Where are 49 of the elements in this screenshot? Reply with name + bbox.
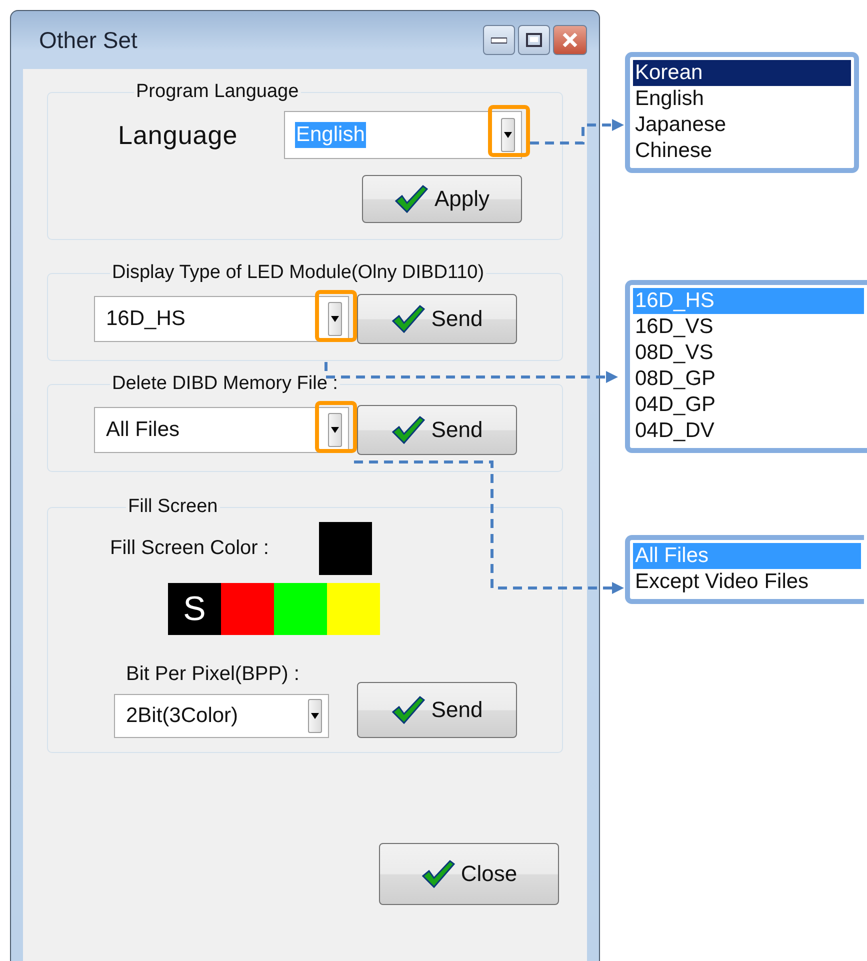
maximize-icon — [526, 33, 542, 47]
bpp-label: Bit Per Pixel(BPP) : — [126, 663, 300, 686]
caret-icon — [504, 132, 512, 138]
send-button[interactable]: Send — [357, 682, 517, 738]
list-option[interactable]: Chinese — [633, 138, 851, 164]
dropdown-field[interactable]: 16D_HS — [94, 296, 349, 342]
color-option[interactable] — [327, 583, 380, 635]
list-option[interactable]: Japanese — [633, 112, 851, 138]
caret-icon — [311, 713, 319, 719]
dropdown-field[interactable]: 2Bit(3Color) — [114, 694, 329, 738]
group-title: Display Type of LED Module(Olny DIBD110) — [111, 262, 486, 284]
send-button[interactable]: Send — [357, 405, 517, 455]
list-option[interactable]: Except Video Files — [633, 569, 861, 595]
close-button[interactable] — [553, 25, 587, 55]
list-option[interactable]: 04D_GP — [633, 392, 864, 418]
list-option[interactable]: English — [633, 86, 851, 112]
color-option[interactable] — [221, 583, 274, 635]
group-title: Fill Screen — [127, 496, 219, 518]
checkmark-icon — [391, 415, 426, 445]
maximize-button[interactable] — [518, 25, 550, 55]
language-label: Language — [118, 120, 238, 150]
dropdown-arrow-button[interactable] — [328, 413, 342, 447]
color-option[interactable] — [274, 583, 327, 635]
dropdown-arrow-button[interactable] — [308, 699, 322, 733]
list-option[interactable]: 08D_VS — [633, 340, 864, 366]
checkmark-icon — [391, 304, 426, 334]
caret-icon — [331, 316, 339, 322]
dropdown-field[interactable]: All Files — [94, 407, 349, 453]
dropdown-arrow-button[interactable] — [328, 302, 342, 336]
list-option[interactable]: 16D_VS — [633, 314, 864, 340]
dropdown-arrow-button[interactable] — [501, 118, 515, 152]
caret-icon — [331, 427, 339, 433]
window-title: Other Set — [39, 26, 138, 54]
color-option[interactable]: S — [168, 583, 221, 635]
list-option[interactable]: 08D_GP — [633, 366, 864, 392]
minimize-button[interactable] — [483, 25, 515, 55]
close-button[interactable]: Close — [379, 843, 559, 905]
checkmark-icon — [420, 859, 455, 889]
send-button[interactable]: Send — [357, 294, 517, 344]
group-title: Delete DIBD Memory File : — [111, 373, 339, 395]
checkmark-icon — [391, 695, 426, 725]
minimize-icon — [491, 36, 507, 44]
apply-button[interactable]: Apply — [362, 175, 522, 223]
fill-color-label: Fill Screen Color : — [110, 537, 269, 560]
group-title: Program Language — [135, 81, 300, 103]
close-icon — [562, 33, 578, 47]
list-option[interactable]: 04D_DV — [633, 418, 864, 444]
list-option[interactable]: Korean — [633, 60, 851, 86]
checkmark-icon — [394, 184, 428, 214]
